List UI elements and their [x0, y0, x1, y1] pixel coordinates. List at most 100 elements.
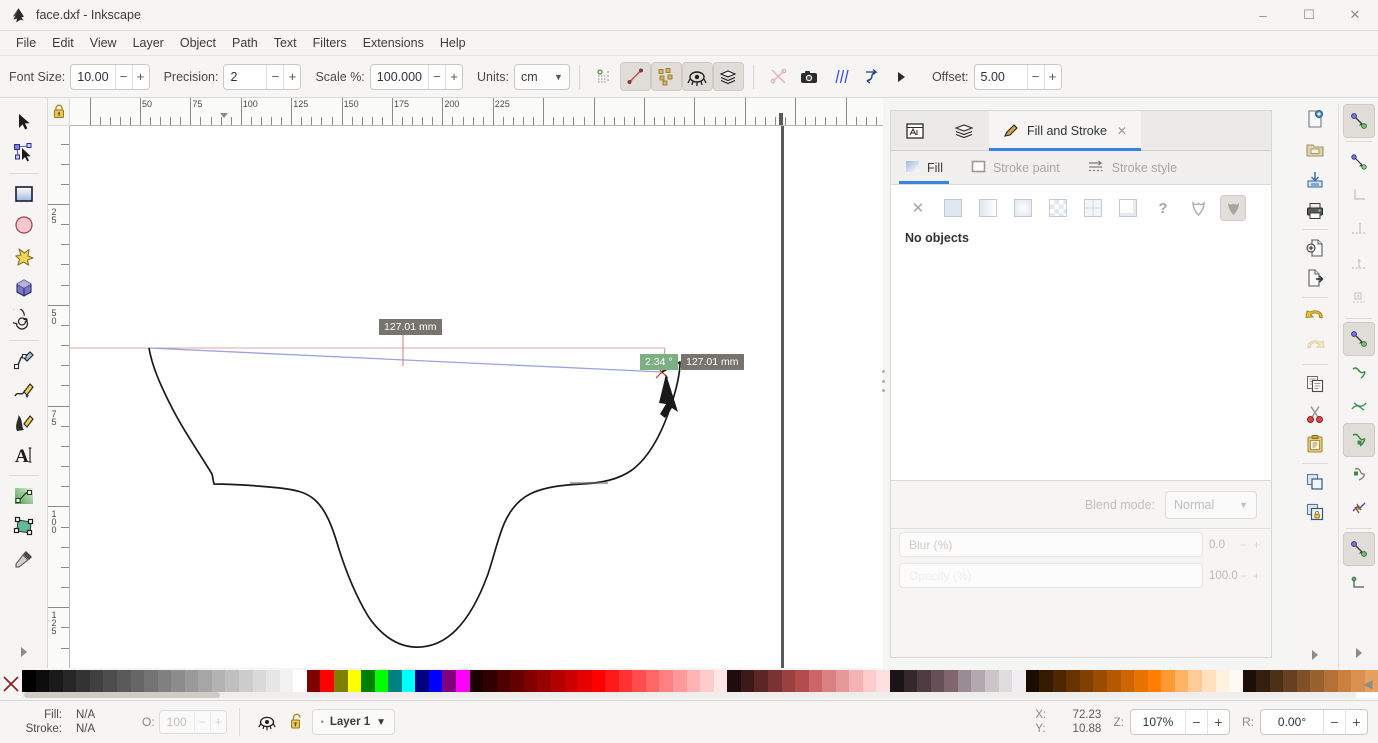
palette-swatch[interactable] [496, 670, 511, 692]
palette-swatch[interactable] [1229, 670, 1243, 692]
menu-help[interactable]: Help [432, 33, 474, 53]
ignore-first-last-button[interactable] [681, 62, 713, 91]
reverse-measure-button[interactable] [763, 62, 794, 91]
units-select[interactable]: cm ▼ [513, 63, 570, 90]
subtab-stroke-style[interactable]: Stroke style [1074, 151, 1191, 184]
duplicate-button[interactable] [1299, 467, 1331, 497]
palette-swatch[interactable] [130, 670, 145, 692]
save-document-button[interactable] [1299, 165, 1331, 195]
print-document-button[interactable] [1299, 195, 1331, 225]
scale-input[interactable]: 100.000 [371, 65, 428, 89]
palette-swatch[interactable] [184, 670, 199, 692]
palette-swatch[interactable] [62, 670, 77, 692]
menu-layer[interactable]: Layer [125, 33, 172, 53]
palette-swatch[interactable] [903, 670, 918, 692]
snap-bbox-edge-toggle[interactable] [1343, 213, 1375, 247]
rotation-input[interactable]: 0.00° [1261, 710, 1323, 734]
gradient-tool[interactable] [7, 480, 41, 512]
palette-scrollbar-track[interactable] [22, 692, 1356, 698]
palette-swatch[interactable] [103, 670, 117, 692]
palette-swatch[interactable] [225, 670, 239, 692]
snap-page-border-toggle[interactable] [1343, 566, 1375, 600]
palette-swatch[interactable] [781, 670, 796, 692]
palette-swatch[interactable] [835, 670, 850, 692]
convert-to-item-button[interactable] [887, 62, 918, 91]
palette-swatch[interactable] [944, 670, 958, 692]
palette-swatch[interactable] [347, 670, 362, 692]
palette-swatch[interactable] [700, 670, 714, 692]
palette-swatch[interactable] [144, 670, 158, 692]
opacity-decrement[interactable]: − [193, 711, 210, 733]
zoom-input[interactable]: 107% [1131, 710, 1185, 734]
tab-layers[interactable] [939, 111, 989, 150]
palette-swatch-strip[interactable] [22, 670, 1378, 692]
measure-all-shapes-button[interactable] [650, 62, 682, 91]
palette-swatch[interactable] [1147, 670, 1162, 692]
scale-spinner[interactable]: 100.000 − + [369, 63, 463, 90]
pencil-tool[interactable] [7, 345, 41, 377]
palette-swatch[interactable] [35, 670, 50, 692]
font-size-decrement[interactable]: − [114, 64, 132, 89]
palette-swatch[interactable] [727, 670, 741, 692]
palette-swatch[interactable] [1310, 670, 1324, 692]
palette-swatch[interactable] [1215, 670, 1230, 692]
palette-scrollbar-thumb[interactable] [24, 692, 220, 698]
palette-swatch[interactable] [388, 670, 402, 692]
snap-nodes-toggle[interactable] [1342, 321, 1375, 356]
palette-swatch[interactable] [618, 670, 633, 692]
calligraphy-tool[interactable] [7, 408, 41, 440]
palette-swatch[interactable] [550, 670, 565, 692]
fill-linear-gradient-button[interactable] [975, 195, 1001, 221]
menu-path[interactable]: Path [224, 33, 266, 53]
palette-swatch[interactable] [917, 670, 931, 692]
layer-select[interactable]: • Layer 1 ▼ [311, 709, 396, 735]
fill-pattern-button[interactable] [1045, 195, 1071, 221]
zoom-decrement[interactable]: − [1185, 710, 1207, 734]
palette-swatch[interactable] [862, 670, 877, 692]
palette-swatch[interactable] [211, 670, 226, 692]
enable-snapping-toggle[interactable] [1342, 104, 1375, 138]
snap-cusp-node-toggle[interactable] [1342, 423, 1375, 458]
palette-swatch[interactable] [401, 670, 416, 692]
layer-visibility-toggle[interactable] [252, 708, 282, 736]
palette-swatch[interactable] [754, 670, 768, 692]
menu-extensions[interactable]: Extensions [355, 33, 432, 53]
palette-swatch[interactable] [537, 670, 551, 692]
palette-swatch[interactable] [428, 670, 443, 692]
menu-text[interactable]: Text [266, 33, 305, 53]
palette-swatch[interactable] [1052, 670, 1067, 692]
palette-swatch[interactable] [1174, 670, 1189, 692]
snap-bbox-corner-toggle[interactable] [1343, 179, 1375, 213]
menu-filters[interactable]: Filters [305, 33, 355, 53]
palette-swatch[interactable] [632, 670, 646, 692]
palette-swatch[interactable] [890, 670, 904, 692]
group-button[interactable] [1299, 497, 1331, 527]
node-tool[interactable] [7, 138, 41, 170]
palette-swatch[interactable] [252, 670, 267, 692]
palette-swatch[interactable] [984, 670, 999, 692]
rotation-increment[interactable]: + [1345, 710, 1367, 734]
palette-swatch[interactable] [76, 670, 90, 692]
tab-fill-and-stroke[interactable]: Fill and Stroke ✕ [989, 111, 1141, 151]
more-snap-button[interactable] [1343, 636, 1375, 670]
font-size-increment[interactable]: + [131, 64, 149, 89]
palette-swatch[interactable] [740, 670, 755, 692]
box3d-tool[interactable] [7, 273, 41, 305]
palette-swatch[interactable] [971, 670, 985, 692]
palette-swatch[interactable] [659, 670, 673, 692]
palette-swatch[interactable] [645, 670, 660, 692]
undo-button[interactable] [1299, 301, 1331, 331]
palette-swatch[interactable] [374, 670, 389, 692]
opacity-spinner[interactable]: 100 − + [158, 710, 227, 734]
palette-swatch[interactable] [1296, 670, 1311, 692]
palette-swatch[interactable] [1324, 670, 1338, 692]
palette-swatch[interactable] [591, 670, 606, 692]
close-icon[interactable]: ✕ [1117, 124, 1127, 138]
palette-swatch[interactable] [1107, 670, 1121, 692]
fill-radial-gradient-button[interactable] [1010, 195, 1036, 221]
palette-swatch[interactable] [1337, 670, 1352, 692]
palette-swatch[interactable] [1066, 670, 1080, 692]
palette-swatch[interactable] [808, 670, 823, 692]
palette-swatch[interactable] [198, 670, 212, 692]
palette-swatch[interactable] [673, 670, 687, 692]
